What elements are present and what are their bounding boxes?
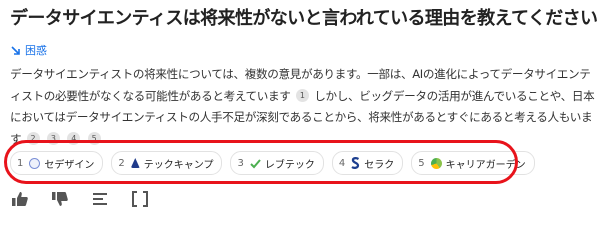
source-number: 4 xyxy=(338,157,346,169)
footnote-1[interactable]: 1 xyxy=(295,88,309,102)
tag-link[interactable]: 困惑 xyxy=(10,42,47,58)
thumbs-up-icon[interactable] xyxy=(11,190,29,208)
footnote-4[interactable]: 4 xyxy=(67,131,81,145)
source-label: テックキャンプ xyxy=(143,159,214,171)
globe-icon xyxy=(29,157,41,169)
source-chip-5[interactable]: 5 キャリアガーデン xyxy=(411,151,535,175)
footnote-2[interactable]: 2 xyxy=(26,131,40,145)
source-label: セラク xyxy=(364,159,395,171)
source-label: キャリアガーデン xyxy=(445,159,526,171)
question-title: データサイエンティスは将来性がないと言われている理由を教えてください xyxy=(10,8,598,29)
source-number: 1 xyxy=(17,157,24,169)
leaf-logo-icon xyxy=(430,157,442,169)
source-number: 5 xyxy=(418,157,425,169)
source-number: 3 xyxy=(237,157,244,169)
source-label: レブテック xyxy=(264,159,315,171)
sources-list: 1 セデザイン 2 テックキャンプ 3 レブテック 4 セラク 5 キャリアガー… xyxy=(10,151,535,175)
action-bar xyxy=(11,190,149,208)
source-chip-1[interactable]: 1 セデザイン xyxy=(10,151,104,175)
expand-icon[interactable] xyxy=(131,190,149,208)
s-logo-icon xyxy=(351,157,360,169)
footnote-3[interactable]: 3 xyxy=(46,131,60,145)
source-chip-3[interactable]: 3 レブテック xyxy=(230,151,324,175)
source-chip-4[interactable]: 4 セラク xyxy=(331,151,404,175)
source-chip-2[interactable]: 2 テックキャンプ xyxy=(111,151,223,175)
source-label: セデザイン xyxy=(44,159,95,171)
thumbs-down-icon[interactable] xyxy=(51,190,69,208)
arrow-down-right-icon xyxy=(10,45,21,56)
footnote-5[interactable]: 5 xyxy=(87,131,101,145)
checkmark-logo-icon xyxy=(250,158,261,169)
techcamp-logo-icon xyxy=(130,158,140,168)
tag-label: 困惑 xyxy=(25,44,47,57)
list-icon[interactable] xyxy=(91,190,109,208)
source-number: 2 xyxy=(118,157,125,169)
